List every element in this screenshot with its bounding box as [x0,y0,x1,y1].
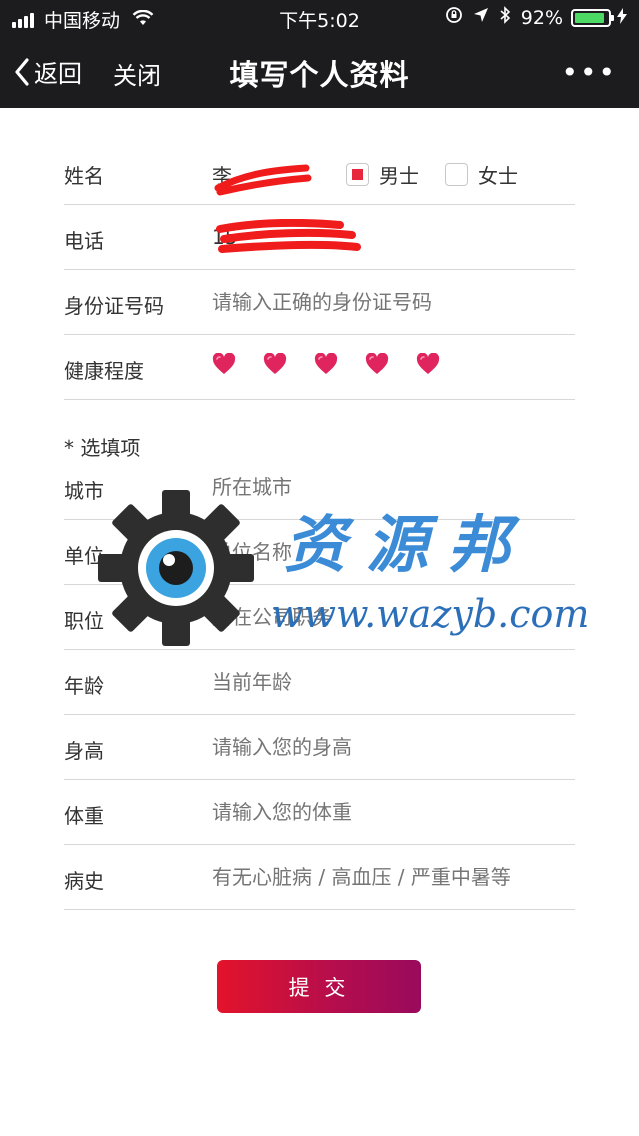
submit-button[interactable]: 提 交 [217,960,421,1013]
top-bar: 中国移动 下午5:02 92% 返回 关闭 填写个人资料 ••• [0,0,639,108]
optional-row: 年龄 [64,650,575,715]
health-row: 健康程度 [64,335,575,400]
optional-row: 职位 [64,585,575,650]
health-rating[interactable] [212,353,467,375]
phone-row: 电话 15 [64,205,575,270]
heart-icon[interactable] [416,353,440,375]
optional-field-label: 年龄 [64,674,104,698]
location-icon [473,7,489,28]
optional-field-input[interactable] [212,800,572,824]
status-bar: 中国移动 下午5:02 92% [0,0,639,36]
redaction-scribble [214,164,312,196]
optional-field-label: 体重 [64,804,104,828]
optional-row: 单位 [64,520,575,585]
gender-female-label: 女士 [478,164,518,188]
name-row: 姓名 李 男士 女士 [64,140,575,205]
redaction-scribble [216,219,361,253]
health-label: 健康程度 [64,359,144,383]
optional-field-label: 身高 [64,739,104,763]
optional-field-input[interactable] [212,670,572,694]
battery-icon [571,8,614,27]
optional-row: 城市 [64,455,575,520]
optional-field-input[interactable] [212,605,572,629]
rotation-lock-icon [445,6,463,29]
bluetooth-icon [499,6,511,29]
optional-field-input[interactable] [212,735,572,759]
id-number-row: 身份证号码 [64,270,575,335]
optional-field-input[interactable] [212,475,572,499]
heart-icon[interactable] [212,353,236,375]
heart-icon[interactable] [365,353,389,375]
gender-selector: 男士 女士 [346,160,544,189]
optional-field-input[interactable] [212,865,572,889]
optional-row: 体重 [64,780,575,845]
checkbox-unchecked[interactable] [445,163,468,186]
more-menu-button[interactable]: ••• [561,56,617,89]
optional-field-label: 城市 [64,479,104,503]
name-label: 姓名 [64,164,104,188]
optional-field-label: 职位 [64,609,104,633]
checkbox-checked[interactable] [346,163,369,186]
gender-option-female[interactable]: 女士 [445,160,518,189]
phone-label: 电话 [64,229,104,253]
battery-percent: 92% [520,6,563,29]
charging-icon [617,7,627,28]
status-right: 92% [445,6,627,29]
id-number-input[interactable] [212,290,572,314]
heart-icon[interactable] [263,353,287,375]
optional-field-label: 单位 [64,544,104,568]
page-title: 填写个人资料 [229,58,410,92]
battery-level [575,12,605,23]
gender-male-label: 男士 [379,164,419,188]
optional-row: 病史 [64,845,575,910]
nav-bar: 返回 关闭 填写个人资料 ••• [0,36,639,108]
gender-option-male[interactable]: 男士 [346,160,419,189]
optional-row: 身高 [64,715,575,780]
optional-field-label: 病史 [64,869,104,893]
heart-icon[interactable] [314,353,338,375]
optional-field-input[interactable] [212,540,572,564]
id-number-label: 身份证号码 [64,294,164,318]
required-form: 姓名 李 男士 女士 电话 15 身份证号码 健康程度 [64,140,575,400]
optional-form: 城市单位职位年龄身高体重病史 [64,455,575,910]
